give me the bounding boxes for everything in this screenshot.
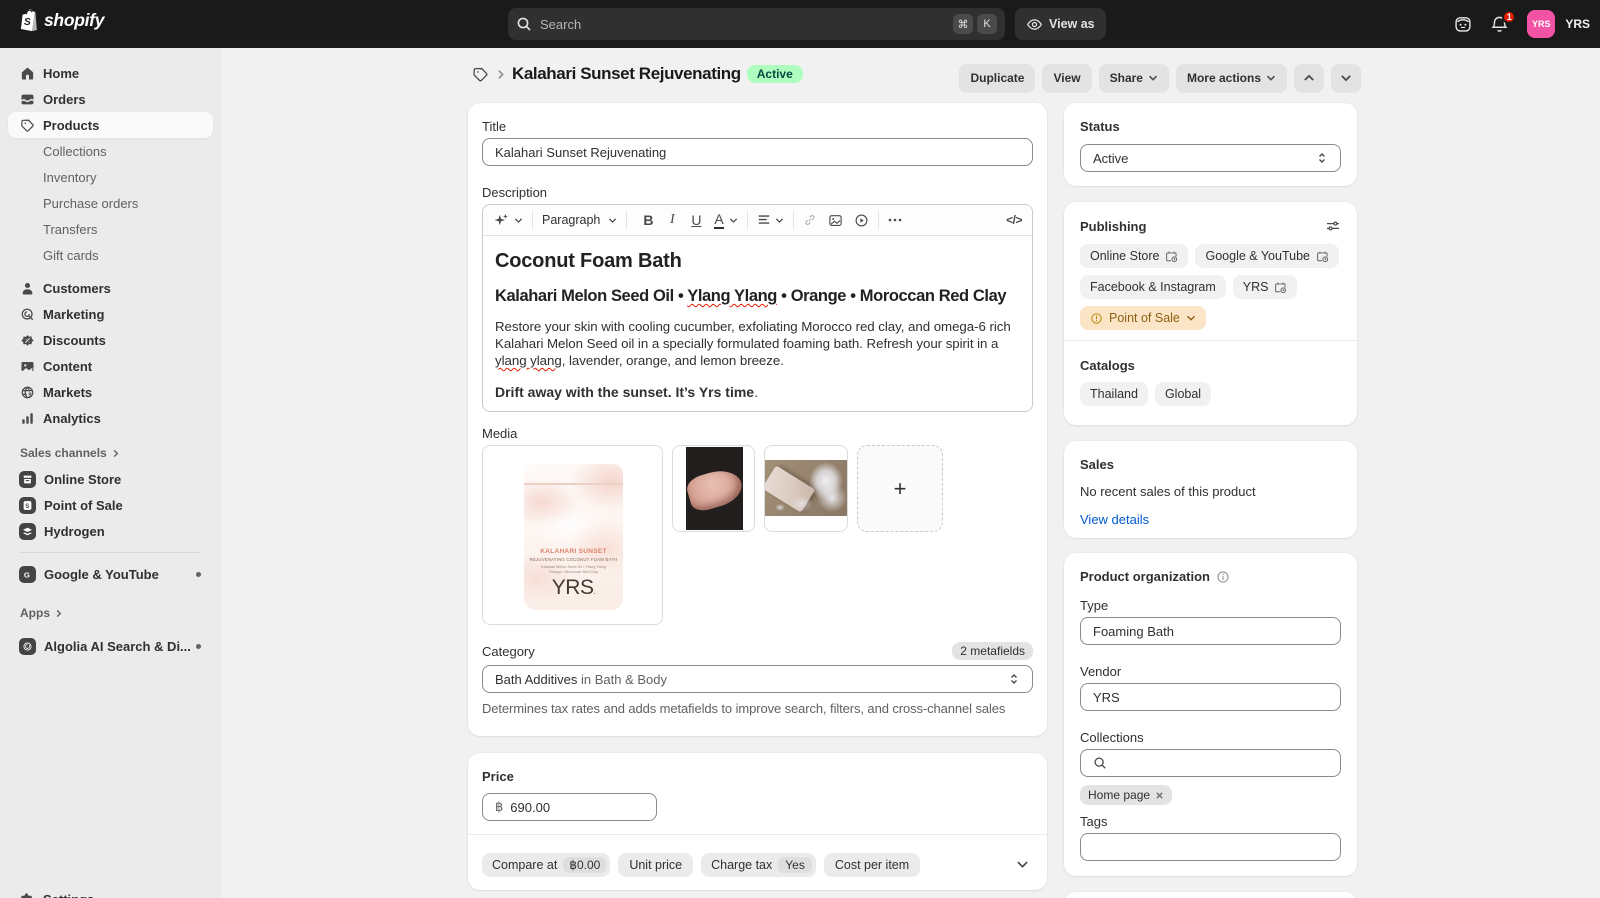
svg-text:S: S xyxy=(25,503,29,509)
svg-text:$: $ xyxy=(28,392,32,399)
svg-text:G: G xyxy=(24,570,30,579)
svg-text:S: S xyxy=(24,17,31,28)
